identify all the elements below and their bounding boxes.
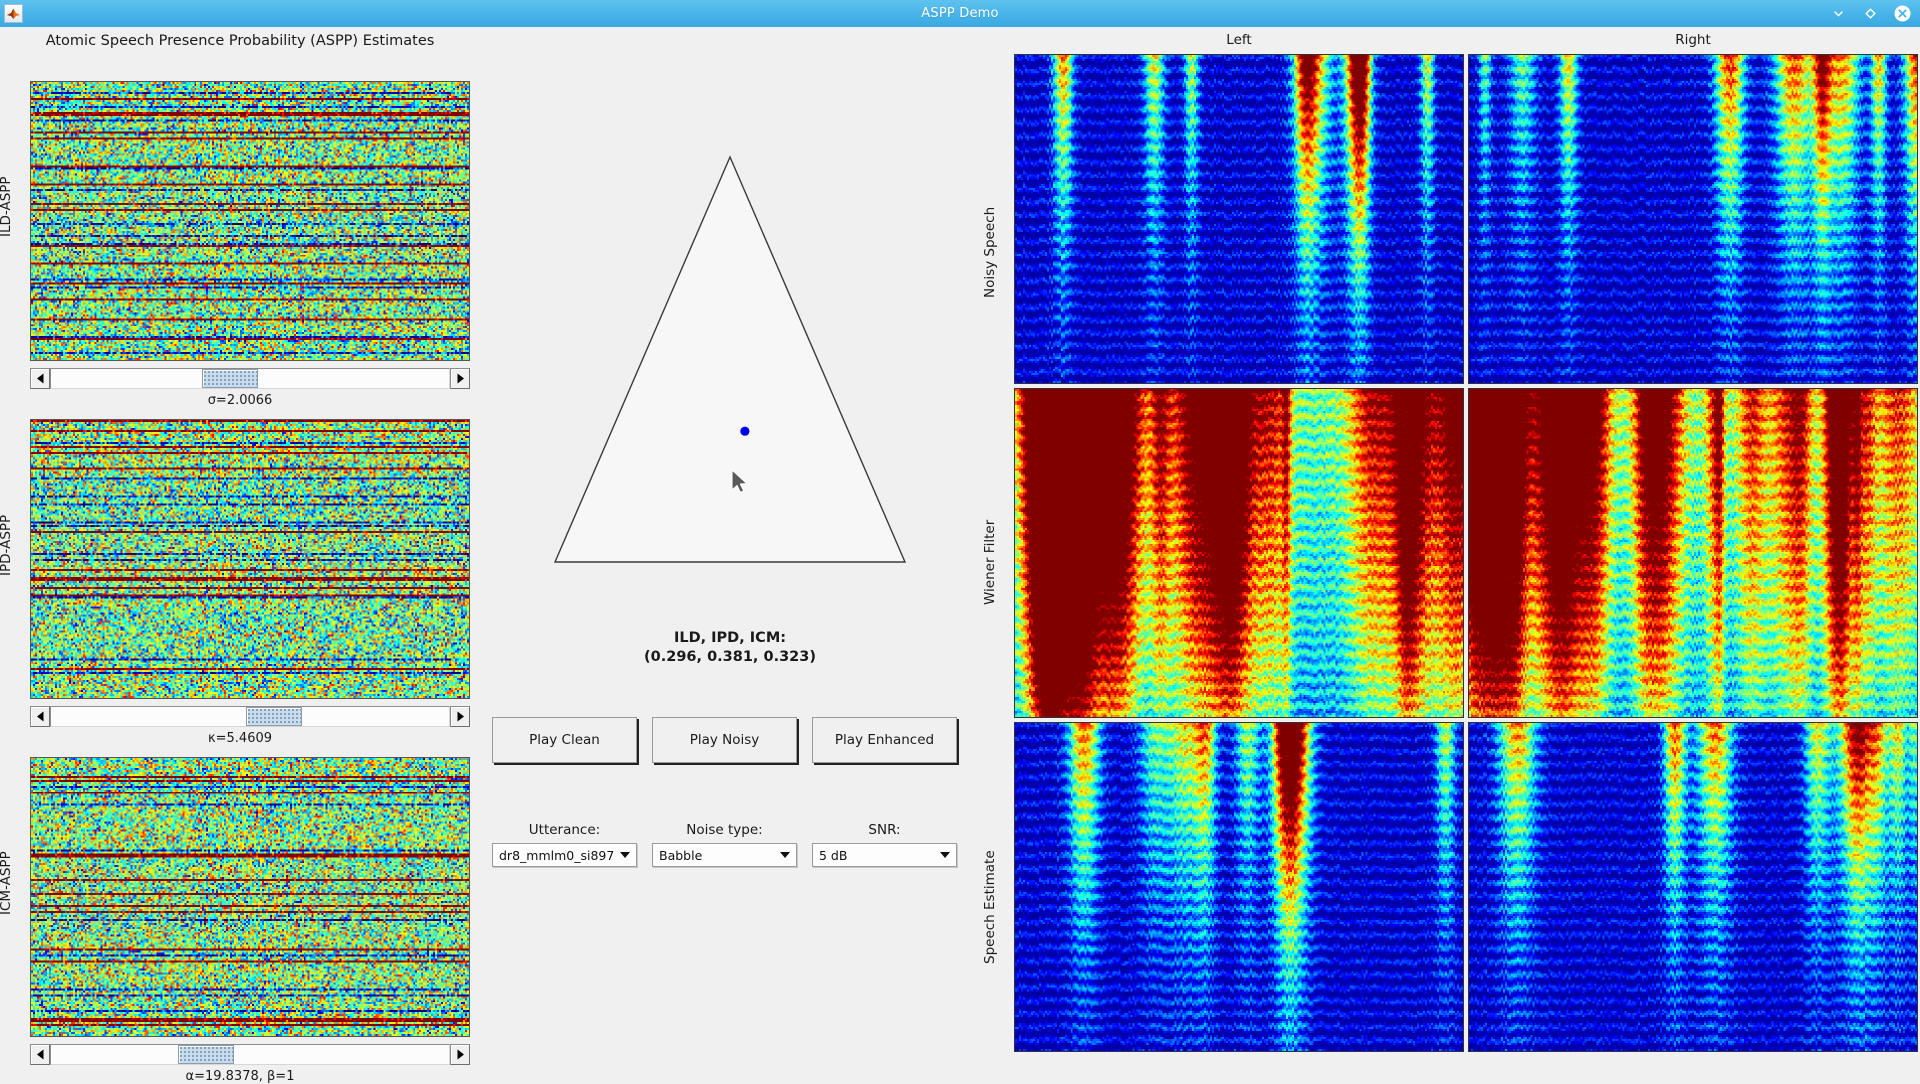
- snr-select[interactable]: 5 dB: [812, 843, 957, 867]
- selection-row: Utterance: dr8_mmlm0_si897 Noise type: B…: [492, 822, 972, 867]
- aspp-weights-readout: ILD, IPD, ICM: (0.296, 0.381, 0.323): [480, 629, 980, 667]
- icm-slider[interactable]: [30, 1044, 470, 1065]
- column-header-left: Left: [1226, 32, 1252, 48]
- utterance-label: Utterance:: [528, 822, 601, 838]
- readout-values: (0.296, 0.381, 0.323): [644, 649, 816, 665]
- row-label-speech-estimate: Speech Estimate: [982, 850, 998, 964]
- noise-type-group: Noise type: Babble: [652, 822, 797, 867]
- ild-slider[interactable]: [30, 368, 470, 389]
- icm-slider-caption: α=19.8378, β=1: [185, 1069, 295, 1084]
- icm-slider-left-arrow[interactable]: [30, 1044, 50, 1065]
- snr-group: SNR: 5 dB: [812, 822, 957, 867]
- readout-heading: ILD, IPD, ICM:: [673, 630, 787, 646]
- row-label-wiener-filter: Wiener Filter: [982, 519, 998, 605]
- icm-aspp-axis-label: ICM-ASPP: [0, 851, 14, 915]
- aspp-weight-marker[interactable]: [740, 426, 750, 436]
- aspp-block-ipd: IPD-ASPP κ=5.4609: [0, 391, 480, 746]
- utterance-group: Utterance: dr8_mmlm0_si897: [492, 822, 637, 867]
- ternary-plot[interactable]: [480, 132, 980, 612]
- ipd-aspp-heatmap: [30, 419, 470, 699]
- aspp-panel: Atomic Speech Presence Probability (ASPP…: [0, 27, 480, 1084]
- close-button[interactable]: [1893, 5, 1911, 23]
- window-controls: [1829, 0, 1911, 27]
- ild-slider-thumb[interactable]: [202, 369, 259, 388]
- main-content: Atomic Speech Presence Probability (ASPP…: [0, 27, 1920, 1084]
- ild-aspp-axis-label: ILD-ASPP: [0, 176, 14, 238]
- aspp-block-icm: ICM-ASPP α=19.8378, β=1: [0, 729, 480, 1084]
- spectrogram-estimate-left: [1014, 722, 1464, 1052]
- spectrogram-wiener-right: [1468, 388, 1918, 718]
- ild-slider-right-arrow[interactable]: [450, 368, 470, 389]
- utterance-value: dr8_mmlm0_si897: [499, 847, 615, 863]
- ipd-slider-thumb[interactable]: [246, 707, 303, 726]
- aspp-block-ild: ILD-ASPP σ=2.0066: [0, 53, 480, 408]
- ild-slider-trough[interactable]: [50, 368, 450, 389]
- ild-slider-left-arrow[interactable]: [30, 368, 50, 389]
- spectrogram-panel: Left Right Noisy Speech Wiener Filter Sp…: [980, 27, 1920, 1080]
- spectrogram-wiener-left: [1014, 388, 1464, 718]
- chevron-down-icon: [940, 852, 950, 858]
- play-noisy-button[interactable]: Play Noisy: [652, 717, 797, 763]
- control-panel: ILD, IPD, ICM: (0.296, 0.381, 0.323) Pla…: [480, 27, 980, 1080]
- aspp-panel-title: Atomic Speech Presence Probability (ASPP…: [45, 33, 435, 49]
- ipd-slider[interactable]: [30, 706, 470, 727]
- snr-label: SNR:: [868, 822, 901, 838]
- minimize-button[interactable]: [1829, 5, 1847, 23]
- icm-slider-thumb[interactable]: [178, 1045, 235, 1064]
- column-header-right: Right: [1675, 32, 1711, 48]
- maximize-button[interactable]: [1861, 5, 1879, 23]
- play-clean-button[interactable]: Play Clean: [492, 717, 637, 763]
- noise-type-label: Noise type:: [686, 822, 763, 838]
- ipd-slider-right-arrow[interactable]: [450, 706, 470, 727]
- chevron-down-icon: [780, 852, 790, 858]
- playback-button-row: Play Clean Play Noisy Play Enhanced: [492, 717, 972, 763]
- ipd-slider-trough[interactable]: [50, 706, 450, 727]
- ild-aspp-heatmap: [30, 81, 470, 361]
- chevron-down-icon: [620, 852, 630, 858]
- ipd-aspp-axis-label: IPD-ASPP: [0, 514, 14, 576]
- play-enhanced-button[interactable]: Play Enhanced: [812, 717, 957, 763]
- noise-type-value: Babble: [659, 847, 703, 863]
- spectrogram-noisy-right: [1468, 54, 1918, 384]
- icm-slider-trough[interactable]: [50, 1044, 450, 1065]
- utterance-select[interactable]: dr8_mmlm0_si897: [492, 843, 637, 867]
- title-bar: ASPP Demo: [0, 0, 1920, 27]
- icm-slider-right-arrow[interactable]: [450, 1044, 470, 1065]
- spectrogram-estimate-right: [1468, 722, 1918, 1052]
- icm-aspp-heatmap: [30, 757, 470, 1037]
- snr-value: 5 dB: [819, 847, 848, 863]
- noise-type-select[interactable]: Babble: [652, 843, 797, 867]
- matlab-icon: [4, 4, 23, 23]
- spectrogram-noisy-left: [1014, 54, 1464, 384]
- window-title: ASPP Demo: [921, 6, 999, 21]
- ipd-slider-left-arrow[interactable]: [30, 706, 50, 727]
- row-label-noisy-speech: Noisy Speech: [982, 206, 998, 298]
